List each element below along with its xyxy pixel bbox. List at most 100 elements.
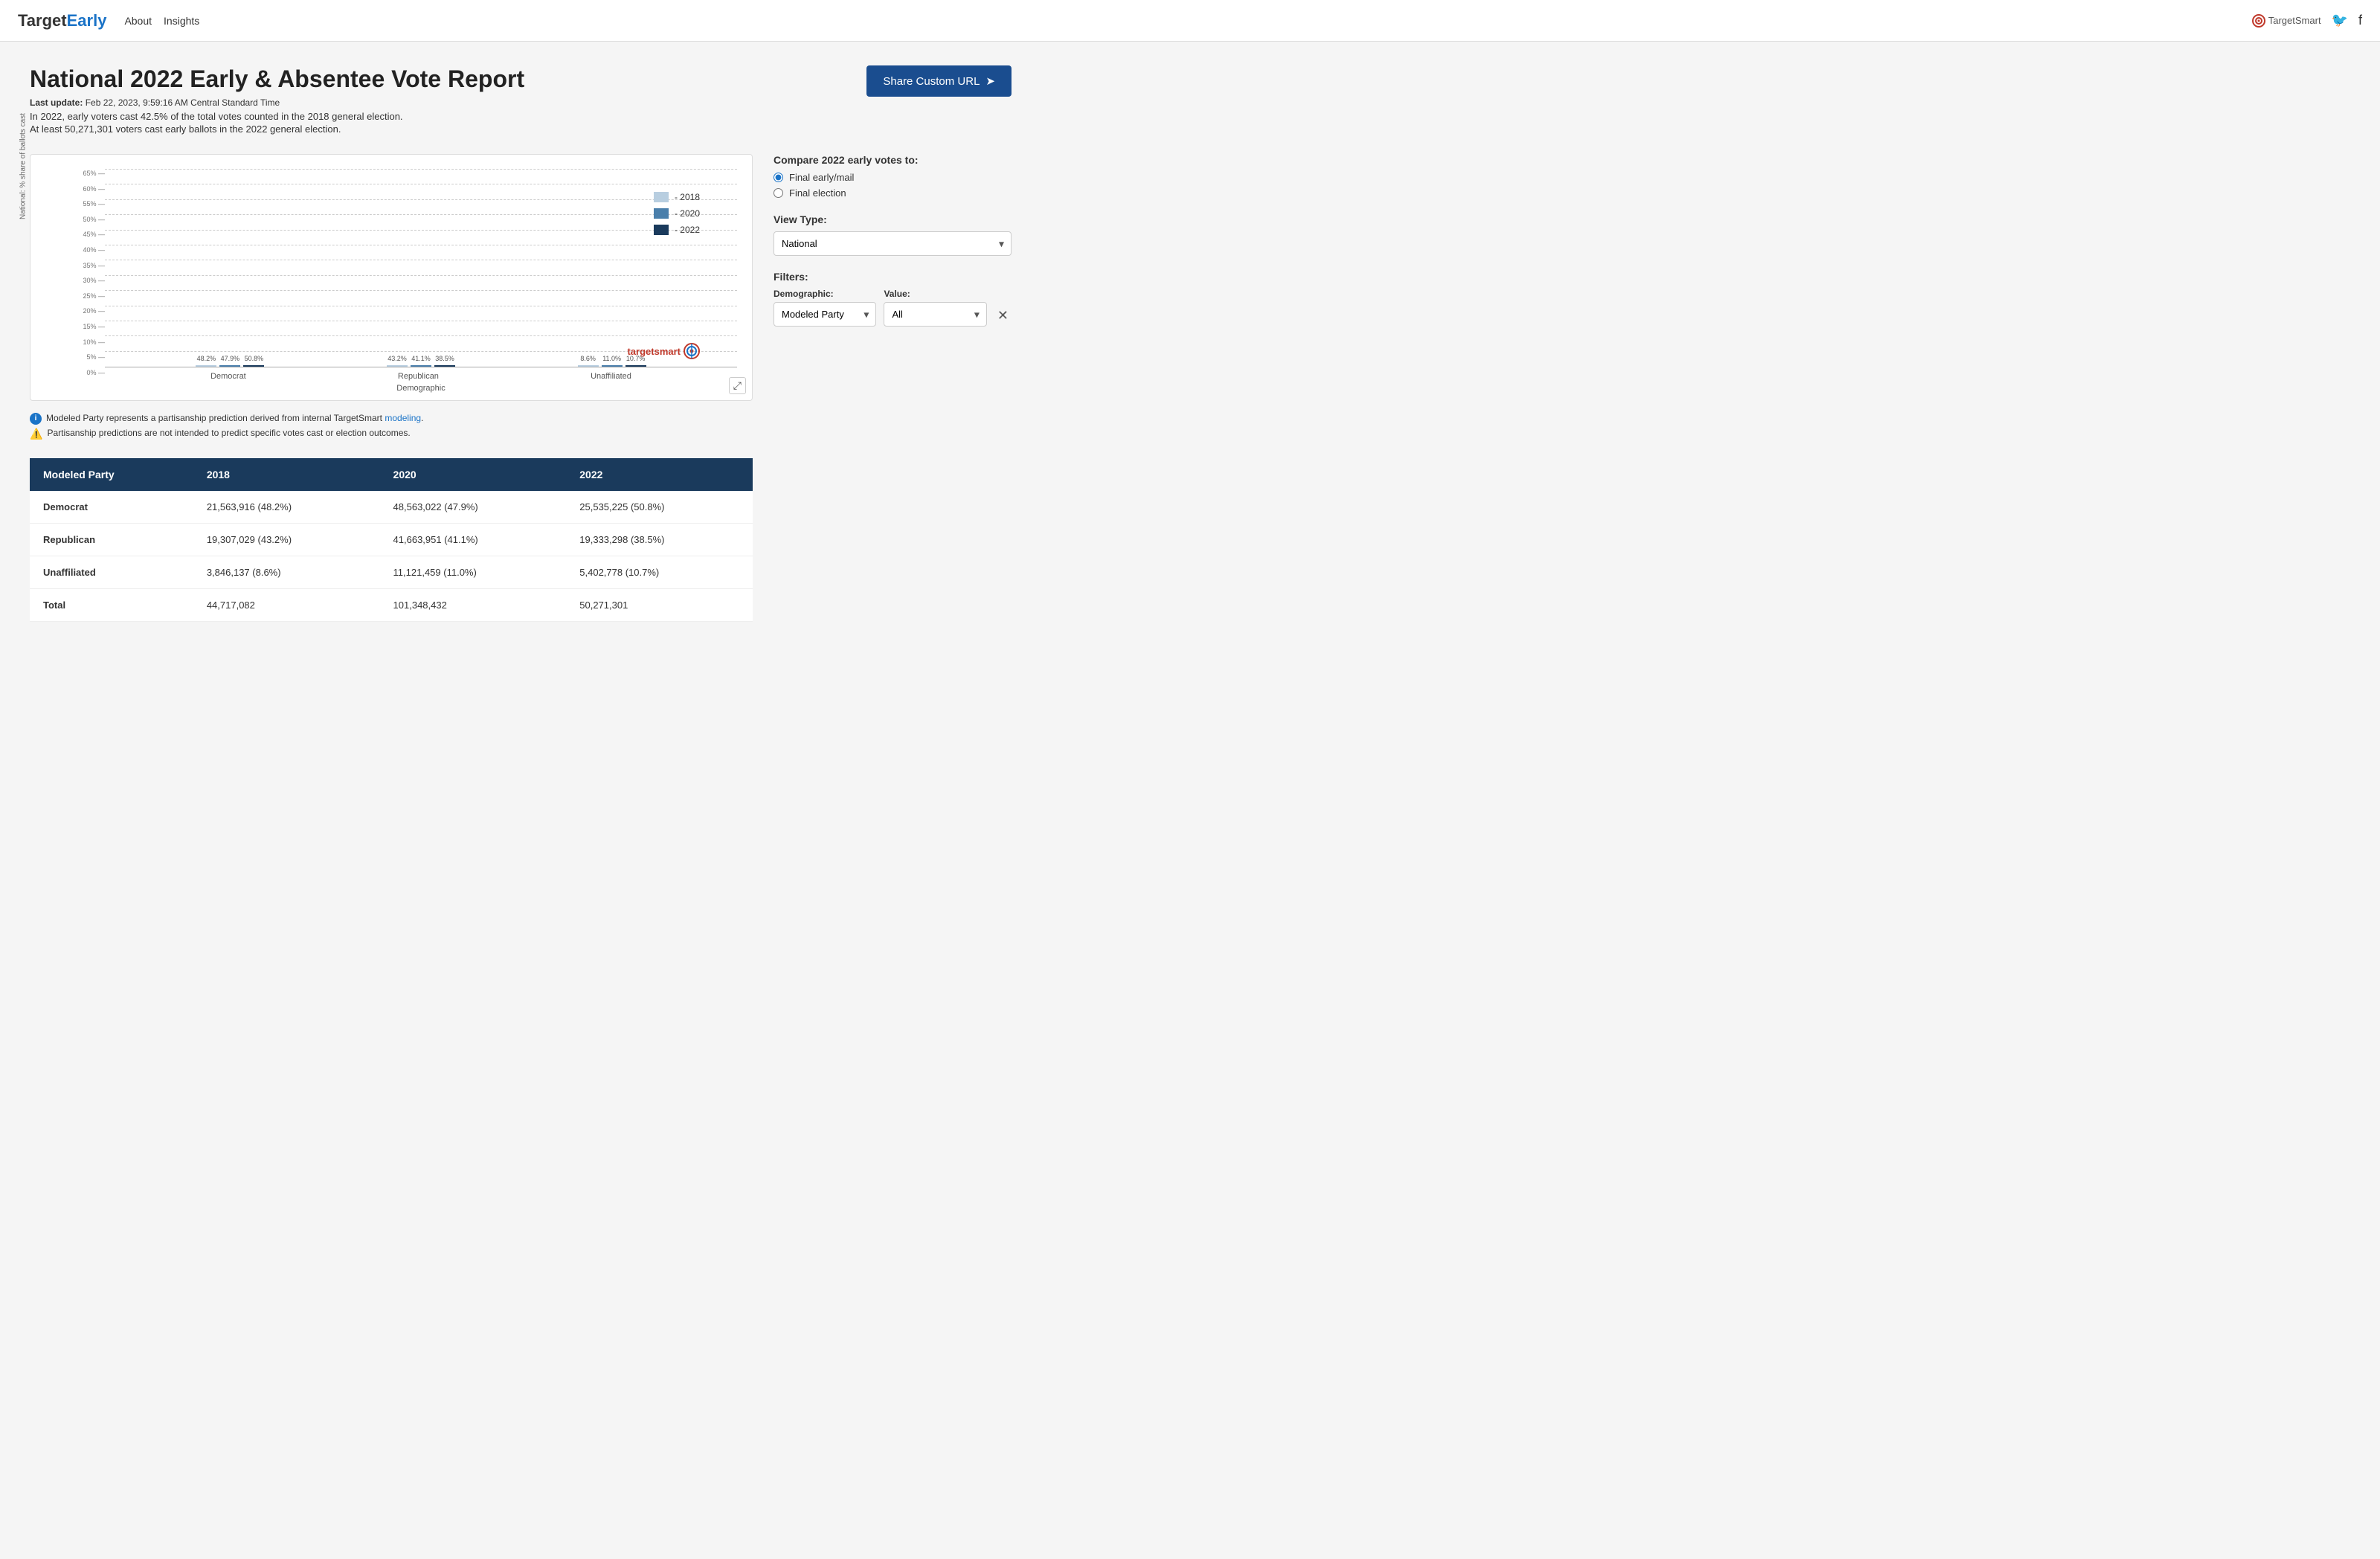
x-label-republican: Republican xyxy=(398,372,439,381)
radio-final-election[interactable]: Final election xyxy=(774,187,1012,199)
data-table: Modeled Party 2018 2020 2022 Democrat 21… xyxy=(30,458,753,622)
cell-una-2022: 5,402,778 (10.7%) xyxy=(566,556,753,589)
y-label-12: 60% — xyxy=(45,185,105,193)
y-label-13: 65% — xyxy=(45,170,105,177)
group-republican: 43.2% 41.1% 38.5% xyxy=(387,365,455,367)
bar-rep-2018-fill xyxy=(387,365,408,367)
watermark-icon xyxy=(684,343,700,359)
cell-total-2020: 101,348,432 xyxy=(380,589,567,622)
bar-una-2018-label: 8.6% xyxy=(580,355,596,362)
y-label-7: 35% — xyxy=(45,262,105,269)
filters-close-button[interactable]: ✕ xyxy=(994,308,1012,324)
targetsmart-text: TargetSmart xyxy=(2268,15,2321,26)
chart-watermark: targetsmart xyxy=(627,343,700,359)
header-text: National 2022 Early & Absentee Vote Repo… xyxy=(30,65,524,136)
bar-rep-2022: 38.5% xyxy=(434,365,455,367)
th-2018: 2018 xyxy=(193,458,380,491)
twitter-icon[interactable]: 🐦 xyxy=(2332,13,2348,28)
view-type-select[interactable]: National State xyxy=(774,231,1012,256)
view-type-label: View Type: xyxy=(774,213,1012,225)
navbar-right: TargetSmart 🐦 f xyxy=(2252,13,2362,28)
cell-total-party: Total xyxy=(30,589,193,622)
y-label-4: 20% — xyxy=(45,307,105,315)
last-update: Last update: Feb 22, 2023, 9:59:16 AM Ce… xyxy=(30,97,524,108)
chart-notes: i Modeled Party represents a partisanshi… xyxy=(30,413,753,440)
bar-dem-2018-fill xyxy=(196,365,216,367)
y-axis-title: National: % share of ballots cast xyxy=(19,107,28,226)
legend-2020-label: - 2020 xyxy=(675,208,700,219)
cell-rep-2018: 19,307,029 (43.2%) xyxy=(193,524,380,556)
bar-dem-2020-label: 47.9% xyxy=(221,355,240,362)
group-unaffiliated: 8.6% 11.0% 10.7% xyxy=(578,365,646,367)
legend-2018-label: - 2018 xyxy=(675,192,700,202)
last-update-value: Feb 22, 2023, 9:59:16 AM Central Standar… xyxy=(86,97,280,108)
bar-dem-2020-fill xyxy=(219,365,240,367)
radio-final-early-input[interactable] xyxy=(774,173,783,182)
legend-2022-box xyxy=(654,225,669,235)
group-democrat: 48.2% 47.9% 50.8% xyxy=(196,365,264,367)
value-select[interactable]: All Democrat Republican Unaffiliated xyxy=(884,302,986,327)
y-axis-container: National: % share of ballots cast 0% — 5… xyxy=(45,170,105,393)
bar-dem-2022-fill xyxy=(243,365,264,367)
demographic-label: Demographic: xyxy=(774,289,876,299)
bar-dem-2020: 47.9% xyxy=(219,365,240,367)
bar-una-2020-label: 11.0% xyxy=(602,355,621,362)
radio-final-election-label: Final election xyxy=(789,187,846,199)
bar-rep-2020-label: 41.1% xyxy=(411,355,431,362)
value-select-wrap: All Democrat Republican Unaffiliated xyxy=(884,302,986,327)
modeling-link[interactable]: modeling xyxy=(385,413,421,423)
cell-dem-party: Democrat xyxy=(30,491,193,524)
y-label-9: 45% — xyxy=(45,231,105,238)
radio-final-early[interactable]: Final early/mail xyxy=(774,172,1012,183)
bar-una-2022: 10.7% xyxy=(625,365,646,367)
bar-groups: 48.2% 47.9% 50.8% xyxy=(105,170,737,367)
chart-section: National: % share of ballots cast 0% — 5… xyxy=(30,154,753,622)
table-row: Democrat 21,563,916 (48.2%) 48,563,022 (… xyxy=(30,491,753,524)
filters-row: Demographic: Modeled Party Age Gender Ra… xyxy=(774,289,1012,327)
bar-rep-2018-label: 43.2% xyxy=(387,355,407,362)
nav-insights[interactable]: Insights xyxy=(164,15,199,27)
share-btn-label: Share Custom URL xyxy=(883,75,980,88)
y-label-6: 30% — xyxy=(45,277,105,284)
info-icon: i xyxy=(30,413,42,425)
chart-expand-button[interactable]: ⤢ xyxy=(729,377,746,394)
facebook-icon[interactable]: f xyxy=(2358,13,2362,28)
subtitle1: In 2022, early voters cast 42.5% of the … xyxy=(30,111,524,122)
bar-una-2018-fill xyxy=(578,365,599,367)
view-type-select-wrap: National State xyxy=(774,231,1012,256)
radio-final-election-input[interactable] xyxy=(774,188,783,198)
cell-total-2022: 50,271,301 xyxy=(566,589,753,622)
sidebar: Compare 2022 early votes to: Final early… xyxy=(774,154,1012,622)
bar-una-2022-fill xyxy=(625,365,646,367)
nav-about[interactable]: About xyxy=(124,15,152,27)
x-axis-title: Demographic xyxy=(105,384,737,393)
legend-2018-box xyxy=(654,192,669,202)
note-modeling: i Modeled Party represents a partisanshi… xyxy=(30,413,753,425)
compare-radio-group: Final early/mail Final election xyxy=(774,172,1012,199)
content-layout: National: % share of ballots cast 0% — 5… xyxy=(30,154,1012,622)
compare-label: Compare 2022 early votes to: xyxy=(774,154,1012,166)
bars-container: 48.2% 47.9% 50.8% xyxy=(105,170,737,367)
cell-una-party: Unaffiliated xyxy=(30,556,193,589)
chart-box: National: % share of ballots cast 0% — 5… xyxy=(30,154,753,401)
page-header: National 2022 Early & Absentee Vote Repo… xyxy=(30,65,1012,136)
bar-rep-2018: 43.2% xyxy=(387,365,408,367)
bar-rep-2022-fill xyxy=(434,365,455,367)
legend-2022-label: - 2022 xyxy=(675,225,700,235)
legend-2018: - 2018 xyxy=(654,192,700,202)
demographic-col: Demographic: Modeled Party Age Gender Ra… xyxy=(774,289,876,327)
chart-legend: - 2018 - 2020 - 2022 xyxy=(654,192,700,235)
cell-rep-2022: 19,333,298 (38.5%) xyxy=(566,524,753,556)
warning-icon: ⚠️ xyxy=(30,428,42,440)
demographic-select[interactable]: Modeled Party Age Gender Race xyxy=(774,302,876,327)
cell-una-2018: 3,846,137 (8.6%) xyxy=(193,556,380,589)
y-label-0: 0% — xyxy=(45,369,105,376)
table-row: Total 44,717,082 101,348,432 50,271,301 xyxy=(30,589,753,622)
bar-rep-2020: 41.1% xyxy=(411,365,431,367)
th-2022: 2022 xyxy=(566,458,753,491)
share-custom-url-button[interactable]: Share Custom URL ➤ xyxy=(866,65,1012,97)
cell-rep-party: Republican xyxy=(30,524,193,556)
brand-logo[interactable]: TargetEarly xyxy=(18,11,106,30)
bars-area: 48.2% 47.9% 50.8% xyxy=(105,170,737,393)
page-title: National 2022 Early & Absentee Vote Repo… xyxy=(30,65,524,93)
